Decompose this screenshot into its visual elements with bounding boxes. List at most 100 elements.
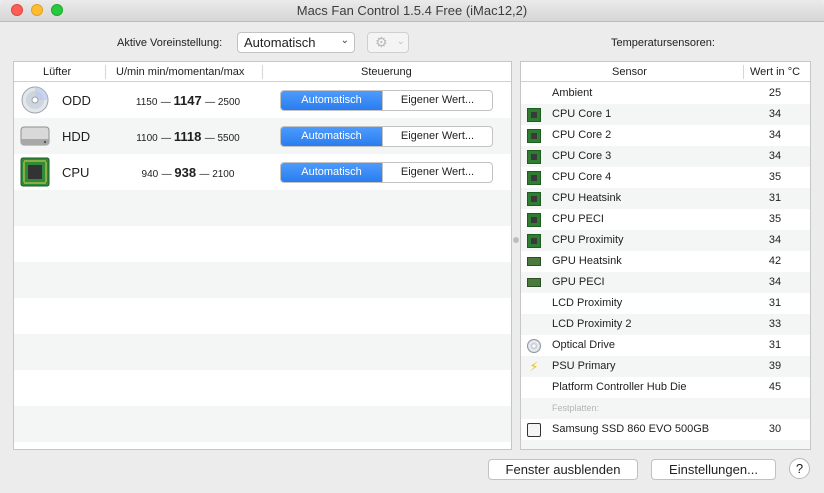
sensor-row[interactable]: Ambient 25	[521, 83, 810, 104]
sensor-row[interactable]: GPU Heatsink 42	[521, 251, 810, 272]
sensor-name: CPU Proximity	[552, 234, 624, 246]
sensor-name: GPU Heatsink	[552, 255, 622, 267]
sensor-value: 34	[768, 129, 782, 141]
fan-row-hdd[interactable]: HDD 1100 — 1118 — 5500 Automatisch Eigen…	[14, 118, 511, 154]
sensor-row[interactable]: Optical Drive 31	[521, 335, 810, 356]
sensor-name: Samsung SSD 860 EVO 500GB	[552, 423, 710, 435]
column-header-fan[interactable]: Lüfter	[43, 66, 71, 78]
auto-button[interactable]: Automatisch	[281, 91, 382, 110]
cpu-chip-icon	[527, 150, 541, 164]
sensor-row[interactable]: Platform Controller Hub Die 45	[521, 377, 810, 398]
sensor-name: LCD Proximity 2	[552, 318, 632, 330]
fan-table: Lüfter U/min min/momentan/max Steuerung …	[13, 61, 512, 450]
cpu-chip-icon	[527, 108, 541, 122]
sensor-name: CPU Core 1	[552, 108, 612, 120]
custom-value-button[interactable]: Eigener Wert...	[382, 127, 492, 146]
disks-section-label: Festplatten:	[552, 403, 600, 413]
help-button[interactable]: ?	[789, 458, 810, 479]
fan-row-cpu[interactable]: CPU 940 — 938 — 2100 Automatisch Eigener…	[14, 154, 511, 190]
sensor-section-row: Festplatten:	[521, 398, 810, 419]
sensor-row[interactable]: GPU PECI 34	[521, 272, 810, 293]
table-stripe	[14, 190, 511, 226]
fan-rpm: 1100 — 1118 — 5500	[108, 129, 268, 144]
sensor-name: CPU Core 4	[552, 171, 612, 183]
column-divider	[262, 65, 263, 79]
hide-window-button[interactable]: Fenster ausblenden	[488, 459, 638, 480]
sensor-value: 30	[768, 423, 782, 435]
column-divider	[743, 65, 744, 79]
fan-rpm-current: 1118	[173, 129, 202, 144]
fan-control-segment: Automatisch Eigener Wert...	[280, 126, 493, 147]
split-view-handle[interactable]	[513, 237, 519, 243]
fan-rpm-max: 5500	[217, 133, 240, 144]
sensor-name: CPU Core 2	[552, 129, 612, 141]
separator: —	[199, 169, 213, 180]
sensor-row[interactable]: CPU Heatsink 31	[521, 188, 810, 209]
sensor-row[interactable]: Samsung SSD 860 EVO 500GB 30	[521, 419, 810, 440]
separator: —	[204, 133, 218, 144]
separator: —	[161, 133, 174, 144]
sensor-row[interactable]: LCD Proximity 2 33	[521, 314, 810, 335]
optical-disc-icon	[527, 339, 541, 353]
fan-table-header: Lüfter U/min min/momentan/max Steuerung	[14, 62, 511, 82]
column-divider	[105, 65, 106, 79]
sensor-row[interactable]: ⚡ PSU Primary 39	[521, 356, 810, 377]
gear-menu-button[interactable]: ⚙ ⌄	[367, 32, 409, 53]
column-header-control[interactable]: Steuerung	[361, 66, 412, 78]
separator: —	[160, 97, 174, 108]
custom-value-button[interactable]: Eigener Wert...	[382, 91, 492, 110]
sensor-row[interactable]: CPU Core 4 35	[521, 167, 810, 188]
sensor-row[interactable]: CPU PECI 35	[521, 209, 810, 230]
sensor-value: 31	[768, 297, 782, 309]
sensor-row[interactable]: LCD Proximity 31	[521, 293, 810, 314]
sensor-value: 34	[768, 276, 782, 288]
sensor-row[interactable]: CPU Core 1 34	[521, 104, 810, 125]
table-stripe	[14, 262, 511, 298]
app-window: Macs Fan Control 1.5.4 Free (iMac12,2) A…	[0, 0, 824, 493]
sensor-name: Ambient	[552, 87, 593, 99]
separator: —	[161, 169, 175, 180]
empty-row	[521, 440, 810, 449]
sensor-value: 35	[768, 213, 782, 225]
lightning-bolt-icon: ⚡	[529, 359, 539, 374]
sensor-value: 31	[768, 192, 782, 204]
fan-rpm-min: 1100	[136, 133, 158, 144]
sensor-value: 35	[768, 171, 782, 183]
sensor-name: Optical Drive	[552, 339, 615, 351]
sensor-value: 34	[768, 108, 782, 120]
title-bar: Macs Fan Control 1.5.4 Free (iMac12,2)	[0, 0, 824, 22]
table-stripe	[14, 334, 511, 370]
fan-rpm: 1150 — 1147 — 2500	[108, 93, 268, 108]
column-header-value[interactable]: Wert in °C	[750, 66, 800, 78]
sensor-row[interactable]: CPU Core 3 34	[521, 146, 810, 167]
preset-dropdown[interactable]: Automatisch ⌄	[237, 32, 355, 53]
cpu-chip-icon	[527, 234, 541, 248]
settings-button[interactable]: Einstellungen...	[651, 459, 776, 480]
sensor-table-header: Sensor Wert in °C	[521, 62, 810, 82]
hard-drive-icon	[20, 126, 50, 146]
sensor-name: CPU Core 3	[552, 150, 612, 162]
chevron-down-icon: ⌄	[397, 36, 405, 46]
custom-value-button[interactable]: Eigener Wert...	[382, 163, 492, 182]
fan-row-odd[interactable]: ODD 1150 — 1147 — 2500 Automatisch Eigen…	[14, 82, 511, 118]
fan-rpm-min: 1150	[135, 97, 158, 108]
sensor-row[interactable]: CPU Core 2 34	[521, 125, 810, 146]
column-header-rpm[interactable]: U/min min/momentan/max	[116, 66, 244, 78]
preset-value: Automatisch	[244, 35, 316, 50]
sensor-row[interactable]: CPU Proximity 34	[521, 230, 810, 251]
column-header-sensor[interactable]: Sensor	[612, 66, 647, 78]
sensor-name: LCD Proximity	[552, 297, 623, 309]
cpu-chip-icon	[20, 157, 50, 187]
fan-rpm-current: 938	[174, 165, 197, 180]
auto-button[interactable]: Automatisch	[281, 127, 382, 146]
cpu-chip-icon	[527, 129, 541, 143]
gpu-card-icon	[527, 257, 541, 266]
cpu-chip-icon	[527, 192, 541, 206]
auto-button[interactable]: Automatisch	[281, 163, 382, 182]
fan-rpm-max: 2500	[217, 97, 241, 108]
fan-rpm-max: 2100	[212, 169, 235, 180]
fan-control-segment: Automatisch Eigener Wert...	[280, 90, 493, 111]
fan-control-segment: Automatisch Eigener Wert...	[280, 162, 493, 183]
fan-rpm-current: 1147	[173, 93, 202, 108]
sensor-value: 39	[768, 360, 782, 372]
